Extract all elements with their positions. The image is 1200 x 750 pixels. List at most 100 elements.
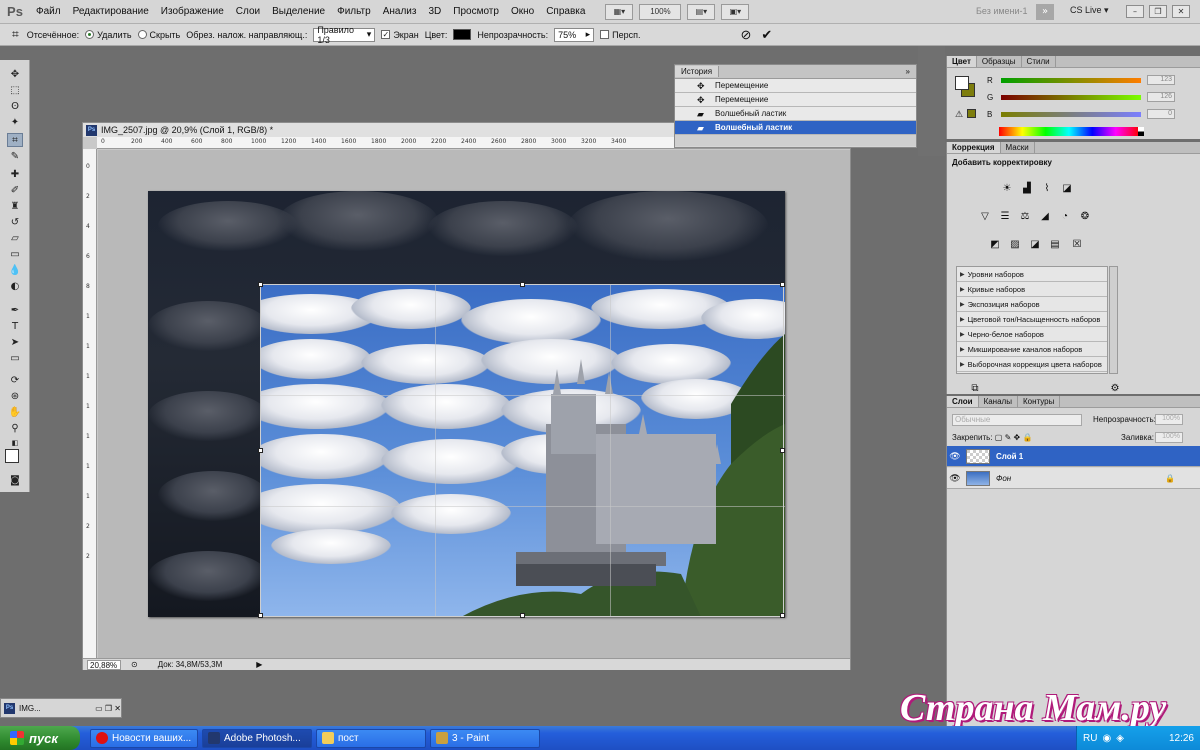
default-colors-icon[interactable]: ◧ (7, 436, 23, 450)
task-opera[interactable]: Новости ваших... (90, 728, 198, 748)
gamut-color-swatch[interactable] (967, 109, 976, 118)
cs-live-button[interactable]: CS Live ▾ (1070, 5, 1109, 16)
quick-mask-icon[interactable]: ◙ (7, 474, 23, 488)
crop-handle-top-right[interactable] (780, 282, 785, 287)
3d-orbit-icon[interactable]: ⊛ (7, 390, 23, 404)
blue-value[interactable]: 0 (1147, 109, 1175, 119)
task-folder[interactable]: пост (316, 728, 426, 748)
shield-color-swatch[interactable] (453, 29, 472, 40)
preset-exposure[interactable]: Экспозиция наборов (957, 297, 1107, 312)
menu-3d[interactable]: 3D (422, 6, 447, 17)
layer-row[interactable]: 👁 Фон 🔒 (947, 468, 1200, 489)
tab-color[interactable]: Цвет (947, 56, 977, 67)
red-slider[interactable]: R 123 (987, 74, 1187, 86)
restore-button[interactable]: ❐ (1149, 5, 1167, 18)
mini-restore-icon[interactable]: ▭ ❐ ✕ (95, 704, 121, 713)
color-spectrum[interactable] (999, 127, 1144, 136)
history-tab[interactable]: История (675, 66, 720, 77)
tab-adjustments[interactable]: Коррекция (947, 142, 1001, 153)
black-white-icon[interactable]: ◢ (1037, 210, 1053, 224)
red-value[interactable]: 123 (1147, 75, 1175, 85)
crop-handle-top[interactable] (520, 282, 525, 287)
vertical-ruler[interactable]: 0 2 4 6 8 1 1 1 1 1 1 1 2 2 (83, 149, 97, 658)
history-item[interactable]: ✥ Перемещение (675, 93, 916, 107)
menu-analysis[interactable]: Анализ (377, 6, 423, 17)
stamp-tool-icon[interactable]: ♜ (7, 200, 23, 214)
language-indicator[interactable]: RU (1083, 733, 1097, 744)
crop-marquee[interactable] (258, 282, 785, 618)
hide-option[interactable]: Скрыть (137, 30, 180, 40)
menu-image[interactable]: Изображение (155, 6, 230, 17)
bridge-icon[interactable]: ▦▾ (605, 3, 634, 20)
tab-paths[interactable]: Контуры (1018, 396, 1061, 407)
status-menu-arrow-icon[interactable]: ▶ (256, 660, 262, 669)
history-item[interactable]: ✥ Перемещение (675, 79, 916, 93)
panel-collapse-icon[interactable]: » (900, 66, 916, 77)
tab-styles[interactable]: Стили (1022, 56, 1056, 67)
preset-options-icon[interactable]: ⚙ (1107, 382, 1123, 396)
arrange-icon[interactable]: ▤▾ (687, 3, 716, 20)
preset-channel-mixer[interactable]: Микширование каналов наборов (957, 342, 1107, 357)
crop-handle-top-left[interactable] (258, 282, 263, 287)
crop-tool-icon[interactable]: ⌗ (12, 27, 19, 42)
panel-foreground-color[interactable] (955, 76, 969, 90)
magic-wand-tool-icon[interactable]: ✦ (7, 116, 23, 130)
presets-scrollbar[interactable] (1109, 266, 1118, 374)
tray-icon[interactable]: ◈ (1116, 733, 1124, 744)
color-balance-icon[interactable]: ⚖ (1017, 210, 1033, 224)
workspace-more-icon[interactable]: » (1036, 4, 1054, 20)
workspace-name[interactable]: Без имени-1 (976, 6, 1028, 16)
fill-field[interactable]: 100% (1155, 432, 1183, 443)
start-button[interactable]: пуск (0, 726, 80, 750)
type-tool-icon[interactable]: T (7, 320, 23, 334)
menu-edit[interactable]: Редактирование (67, 6, 155, 17)
lock-all-icon[interactable]: 🔒 (1022, 433, 1032, 442)
crop-handle-right[interactable] (780, 448, 785, 453)
invert-icon[interactable]: ◩ (987, 238, 1003, 252)
path-selection-icon[interactable]: ➤ (7, 336, 23, 350)
history-brush-icon[interactable]: ↺ (7, 216, 23, 230)
commit-icon[interactable]: ✔ (761, 27, 772, 43)
menu-window[interactable]: Окно (505, 6, 540, 17)
menu-layers[interactable]: Слои (230, 6, 266, 17)
layer-row-active[interactable]: 👁 Слой 1 (947, 446, 1200, 467)
hide-radio[interactable] (137, 30, 147, 39)
layer-opacity-field[interactable]: 100% (1155, 414, 1183, 425)
minimized-document[interactable]: Ps IMG... ▭ ❐ ✕ (0, 698, 122, 718)
healing-tool-icon[interactable]: ✚ (7, 168, 23, 182)
preset-curves[interactable]: Кривые наборов (957, 282, 1107, 297)
tray-icon[interactable]: ◉ (1102, 733, 1111, 744)
preset-black-white[interactable]: Черно-белое наборов (957, 327, 1107, 342)
status-zoom-field[interactable]: 20,88% (87, 659, 121, 670)
tab-masks[interactable]: Маски (1001, 142, 1035, 153)
zoom-tool-icon[interactable]: ⚲ (7, 422, 23, 436)
cancel-icon[interactable]: ⊘ (740, 27, 751, 43)
channel-mixer-icon[interactable]: ❂ (1077, 210, 1093, 224)
crop-handle-left[interactable] (258, 448, 263, 453)
task-paint[interactable]: 3 - Paint (430, 728, 540, 748)
hand-tool-icon[interactable]: ✋ (7, 406, 23, 420)
gamut-warning-icon[interactable]: ⚠ (955, 109, 963, 120)
3d-rotate-icon[interactable]: ⟳ (7, 374, 23, 388)
preset-selective-color[interactable]: Выборочная коррекция цвета наборов (957, 357, 1107, 372)
green-slider[interactable]: G 126 (987, 91, 1187, 103)
blue-slider[interactable]: B 0 (987, 108, 1187, 120)
exposure-icon[interactable]: ◪ (1059, 182, 1075, 196)
dodge-tool-icon[interactable]: ◐ (7, 280, 23, 294)
brightness-icon[interactable]: ☀ (999, 182, 1015, 196)
perspective-checkbox[interactable] (600, 30, 610, 39)
gradient-tool-icon[interactable]: ▭ (7, 248, 23, 262)
delete-radio[interactable] (85, 30, 95, 39)
lock-move-icon[interactable]: ✥ (1014, 433, 1021, 442)
foreground-color-swatch[interactable] (5, 449, 19, 463)
preset-levels[interactable]: Уровни наборов (957, 267, 1107, 282)
menu-view[interactable]: Просмотр (447, 6, 505, 17)
move-tool-icon[interactable]: ✥ (7, 68, 23, 82)
tab-layers[interactable]: Слои (947, 396, 979, 407)
tab-swatches[interactable]: Образцы (977, 56, 1022, 67)
crop-handle-bottom[interactable] (520, 613, 525, 618)
preset-hue-saturation[interactable]: Цветовой тон/Насыщенность наборов (957, 312, 1107, 327)
crop-handle-bottom-right[interactable] (780, 613, 785, 618)
menu-select[interactable]: Выделение (266, 6, 331, 17)
task-photoshop[interactable]: Adobe Photosh... (202, 728, 312, 748)
